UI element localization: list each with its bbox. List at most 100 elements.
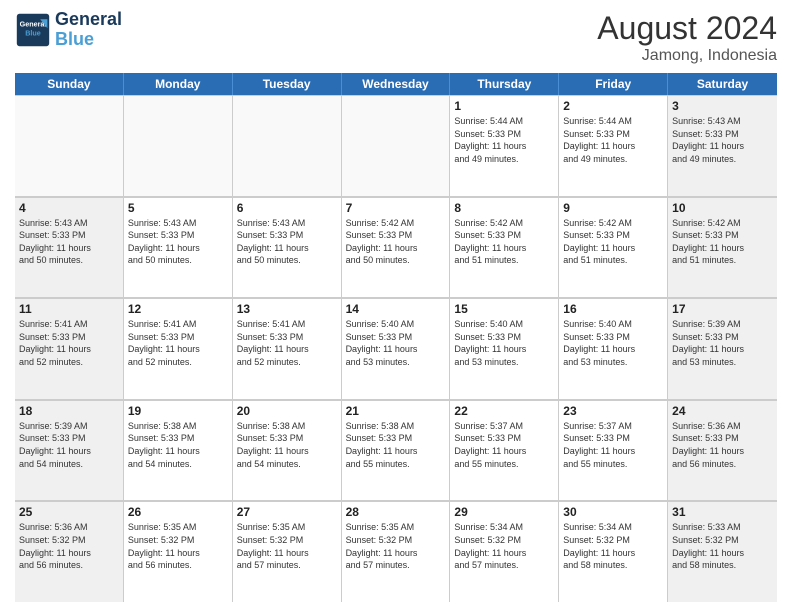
header-day-saturday: Saturday [668, 73, 777, 95]
day-number: 13 [237, 302, 337, 316]
day-info: Sunrise: 5:35 AM Sunset: 5:32 PM Dayligh… [237, 521, 337, 571]
day-cell-19: 19 Sunrise: 5:38 AM Sunset: 5:33 PM Dayli… [124, 400, 233, 501]
day-cell-27: 27Sunrise: 5:35 AM Sunset: 5:32 PM Dayli… [233, 501, 342, 602]
day-number: 15 [454, 302, 554, 316]
week-row-0: 1 Sunrise: 5:44 AM Sunset: 5:33 PM Daylig… [15, 95, 777, 197]
logo-text-line2: Blue [55, 30, 122, 50]
day-cell-15: 15 Sunrise: 5:40 AM Sunset: 5:33 PM Dayli… [450, 298, 559, 399]
day-cell-21: 21 Sunrise: 5:38 AM Sunset: 5:33 PM Dayli… [342, 400, 451, 501]
day-info: Sunrise: 5:40 AM Sunset: 5:33 PM Dayligh… [346, 318, 446, 368]
day-info: Sunrise: 5:36 AM Sunset: 5:33 PM Dayligh… [672, 420, 773, 470]
day-number: 23 [563, 404, 663, 418]
svg-text:Blue: Blue [25, 28, 41, 37]
day-cell-10: 10Sunrise: 5:42 AM Sunset: 5:33 PM Dayli… [668, 197, 777, 298]
day-cell-31: 31 Sunrise: 5:33 AM Sunset: 5:32 PM Dayli… [668, 501, 777, 602]
day-cell-20: 20 Sunrise: 5:38 AM Sunset: 5:33 PM Dayli… [233, 400, 342, 501]
day-number: 12 [128, 302, 228, 316]
header-day-sunday: Sunday [15, 73, 124, 95]
day-cell-26: 26 Sunrise: 5:35 AM Sunset: 5:32 PM Dayli… [124, 501, 233, 602]
day-number: 5 [128, 201, 228, 215]
day-cell-1: 1Sunrise: 5:44 AM Sunset: 5:33 PM Daylig… [450, 95, 559, 196]
month-title: August 2024 [597, 10, 777, 47]
calendar-body: 1 Sunrise: 5:44 AM Sunset: 5:33 PM Daylig… [15, 95, 777, 602]
calendar: SundayMondayTuesdayWednesdayThursdayFrid… [15, 73, 777, 602]
day-info: Sunrise: 5:35 AM Sunset: 5:32 PM Dayligh… [346, 521, 446, 571]
day-info: Sunrise: 5:42 AM Sunset: 5:33 PM Dayligh… [346, 217, 446, 267]
day-cell-6: 6 Sunrise: 5:43 AM Sunset: 5:33 PM Daylig… [233, 197, 342, 298]
day-info: Sunrise: 5:38 AM Sunset: 5:33 PM Dayligh… [346, 420, 446, 470]
day-number: 14 [346, 302, 446, 316]
week-row-2: 11Sunrise: 5:41 AM Sunset: 5:33 PM Dayli… [15, 298, 777, 400]
page-header: General Blue General Blue August 2024 Ja… [15, 10, 777, 65]
day-number: 31 [672, 505, 773, 519]
day-info: Sunrise: 5:35 AM Sunset: 5:32 PM Dayligh… [128, 521, 228, 571]
day-cell-29: 29Sunrise: 5:34 AM Sunset: 5:32 PM Dayli… [450, 501, 559, 602]
header-day-thursday: Thursday [450, 73, 559, 95]
header-day-wednesday: Wednesday [342, 73, 451, 95]
day-number: 26 [128, 505, 228, 519]
day-number: 20 [237, 404, 337, 418]
day-number: 9 [563, 201, 663, 215]
day-info: Sunrise: 5:38 AM Sunset: 5:33 PM Dayligh… [237, 420, 337, 470]
day-info: Sunrise: 5:39 AM Sunset: 5:33 PM Dayligh… [672, 318, 773, 368]
day-cell-13: 13Sunrise: 5:41 AM Sunset: 5:33 PM Dayli… [233, 298, 342, 399]
day-number: 10 [672, 201, 773, 215]
empty-cell [342, 95, 451, 196]
day-cell-12: 12 Sunrise: 5:41 AM Sunset: 5:33 PM Dayli… [124, 298, 233, 399]
day-number: 21 [346, 404, 446, 418]
day-cell-8: 8Sunrise: 5:42 AM Sunset: 5:33 PM Daylig… [450, 197, 559, 298]
day-info: Sunrise: 5:33 AM Sunset: 5:32 PM Dayligh… [672, 521, 773, 571]
header-day-friday: Friday [559, 73, 668, 95]
empty-cell [15, 95, 124, 196]
day-cell-3: 3 Sunrise: 5:43 AM Sunset: 5:33 PM Daylig… [668, 95, 777, 196]
day-cell-17: 17 Sunrise: 5:39 AM Sunset: 5:33 PM Dayli… [668, 298, 777, 399]
day-info: Sunrise: 5:42 AM Sunset: 5:33 PM Dayligh… [563, 217, 663, 267]
day-info: Sunrise: 5:40 AM Sunset: 5:33 PM Dayligh… [454, 318, 554, 368]
logo: General Blue General Blue [15, 10, 122, 50]
calendar-header: SundayMondayTuesdayWednesdayThursdayFrid… [15, 73, 777, 95]
day-info: Sunrise: 5:43 AM Sunset: 5:33 PM Dayligh… [237, 217, 337, 267]
day-cell-24: 24 Sunrise: 5:36 AM Sunset: 5:33 PM Dayli… [668, 400, 777, 501]
day-number: 24 [672, 404, 773, 418]
day-cell-4: 4Sunrise: 5:43 AM Sunset: 5:33 PM Daylig… [15, 197, 124, 298]
day-number: 16 [563, 302, 663, 316]
day-info: Sunrise: 5:37 AM Sunset: 5:33 PM Dayligh… [563, 420, 663, 470]
calendar-page: General Blue General Blue August 2024 Ja… [0, 0, 792, 612]
day-number: 17 [672, 302, 773, 316]
day-info: Sunrise: 5:38 AM Sunset: 5:33 PM Dayligh… [128, 420, 228, 470]
day-cell-22: 22Sunrise: 5:37 AM Sunset: 5:33 PM Dayli… [450, 400, 559, 501]
day-cell-23: 23 Sunrise: 5:37 AM Sunset: 5:33 PM Dayli… [559, 400, 668, 501]
day-info: Sunrise: 5:34 AM Sunset: 5:32 PM Dayligh… [563, 521, 663, 571]
day-number: 2 [563, 99, 663, 113]
day-cell-2: 2 Sunrise: 5:44 AM Sunset: 5:33 PM Daylig… [559, 95, 668, 196]
day-number: 29 [454, 505, 554, 519]
day-cell-18: 18Sunrise: 5:39 AM Sunset: 5:33 PM Dayli… [15, 400, 124, 501]
day-cell-30: 30 Sunrise: 5:34 AM Sunset: 5:32 PM Dayli… [559, 501, 668, 602]
day-number: 6 [237, 201, 337, 215]
day-info: Sunrise: 5:40 AM Sunset: 5:33 PM Dayligh… [563, 318, 663, 368]
week-row-1: 4Sunrise: 5:43 AM Sunset: 5:33 PM Daylig… [15, 197, 777, 299]
day-cell-5: 5Sunrise: 5:43 AM Sunset: 5:33 PM Daylig… [124, 197, 233, 298]
day-cell-16: 16 Sunrise: 5:40 AM Sunset: 5:33 PM Dayli… [559, 298, 668, 399]
day-info: Sunrise: 5:42 AM Sunset: 5:33 PM Dayligh… [454, 217, 554, 267]
day-cell-9: 9 Sunrise: 5:42 AM Sunset: 5:33 PM Daylig… [559, 197, 668, 298]
day-info: Sunrise: 5:37 AM Sunset: 5:33 PM Dayligh… [454, 420, 554, 470]
day-info: Sunrise: 5:41 AM Sunset: 5:33 PM Dayligh… [128, 318, 228, 368]
week-row-3: 18Sunrise: 5:39 AM Sunset: 5:33 PM Dayli… [15, 400, 777, 502]
day-info: Sunrise: 5:43 AM Sunset: 5:33 PM Dayligh… [672, 115, 773, 165]
day-info: Sunrise: 5:44 AM Sunset: 5:33 PM Dayligh… [563, 115, 663, 165]
week-row-4: 25Sunrise: 5:36 AM Sunset: 5:32 PM Dayli… [15, 501, 777, 602]
day-number: 19 [128, 404, 228, 418]
empty-cell [233, 95, 342, 196]
day-number: 30 [563, 505, 663, 519]
day-number: 18 [19, 404, 119, 418]
day-cell-28: 28Sunrise: 5:35 AM Sunset: 5:32 PM Dayli… [342, 501, 451, 602]
day-number: 3 [672, 99, 773, 113]
day-info: Sunrise: 5:43 AM Sunset: 5:33 PM Dayligh… [19, 217, 119, 267]
logo-text-line1: General [55, 10, 122, 30]
day-number: 1 [454, 99, 554, 113]
day-cell-14: 14 Sunrise: 5:40 AM Sunset: 5:33 PM Dayli… [342, 298, 451, 399]
empty-cell [124, 95, 233, 196]
day-number: 25 [19, 505, 119, 519]
day-number: 7 [346, 201, 446, 215]
